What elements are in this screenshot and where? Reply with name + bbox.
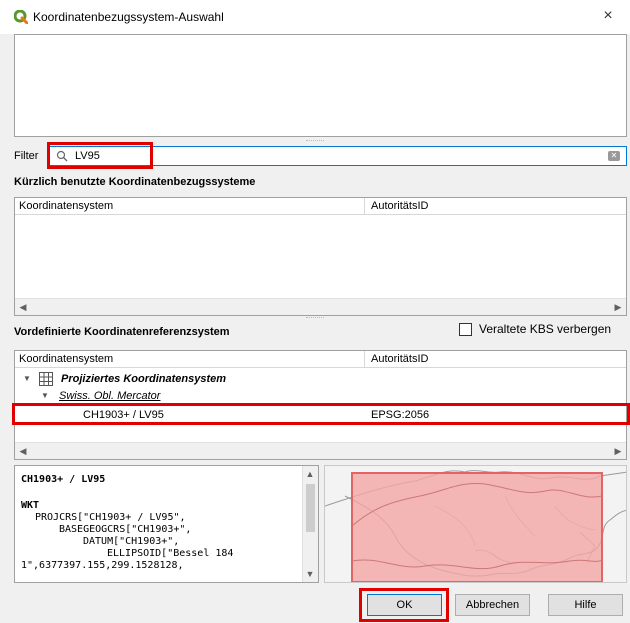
column-header-crs[interactable]: Koordinatensystem bbox=[19, 200, 113, 212]
splitter-handle[interactable] bbox=[306, 140, 324, 143]
predefined-horizontal-scrollbar[interactable]: ◀ ▶ bbox=[15, 442, 626, 459]
collapse-arrow-icon[interactable]: ▼ bbox=[23, 374, 31, 383]
wkt-label: WKT bbox=[21, 500, 40, 511]
recent-horizontal-scrollbar[interactable]: ◀ ▶ bbox=[15, 298, 626, 315]
filter-label: Filter bbox=[14, 150, 39, 162]
switzerland-outline-map bbox=[325, 470, 626, 582]
wkt-line: DATUM["CH1903+", bbox=[83, 536, 180, 547]
scroll-left-icon[interactable]: ◀ bbox=[17, 301, 29, 313]
recent-heading: Kürzlich benutzte Koordinatenbezugssyste… bbox=[14, 176, 256, 188]
crs-details-panel: CH1903+ / LV95 WKT PROJCRS["CH1903+ / LV… bbox=[14, 465, 319, 583]
cancel-button[interactable]: Abbrechen bbox=[455, 594, 530, 616]
column-header-authority[interactable]: AutoritätsID bbox=[371, 200, 428, 212]
splitter-handle-2[interactable] bbox=[306, 317, 324, 320]
tree-group-label: Projiziertes Koordinatensystem bbox=[61, 373, 227, 385]
title-bar: Koordinatenbezugssystem-Auswahl × bbox=[0, 0, 630, 34]
scroll-left-icon[interactable]: ◀ bbox=[17, 445, 29, 457]
top-empty-panel bbox=[14, 34, 627, 137]
recent-crs-table[interactable]: Koordinatensystem AutoritätsID ◀ ▶ bbox=[14, 197, 627, 316]
crs-extent-rectangle bbox=[351, 472, 603, 582]
tree-group-projected[interactable]: ▼ Projiziertes Koordinatensystem bbox=[15, 371, 626, 388]
help-button[interactable]: Hilfe bbox=[548, 594, 623, 616]
clear-filter-icon[interactable]: ✕ bbox=[608, 151, 620, 161]
details-vertical-scrollbar[interactable]: ▲ ▼ bbox=[302, 466, 318, 582]
predefined-heading: Vordefinierte Koordinatenreferenzsystem bbox=[14, 326, 230, 338]
scroll-right-icon[interactable]: ▶ bbox=[612, 445, 624, 457]
ok-button-highlight-box bbox=[359, 588, 449, 622]
wkt-line: BASEGEOGCRS["CH1903+", bbox=[59, 524, 192, 535]
details-title: CH1903+ / LV95 bbox=[21, 474, 106, 485]
selected-row-highlight-box bbox=[12, 403, 630, 425]
column-header-crs[interactable]: Koordinatensystem bbox=[19, 353, 113, 365]
hide-deprecated-label: Veraltete KBS verbergen bbox=[479, 322, 612, 336]
predefined-table-header: Koordinatensystem AutoritätsID bbox=[15, 351, 626, 368]
tree-subgroup-label: Swiss. Obl. Mercator bbox=[59, 390, 161, 402]
qgis-logo-icon bbox=[14, 10, 28, 24]
filter-highlight-box bbox=[47, 142, 153, 169]
scroll-down-icon[interactable]: ▼ bbox=[304, 568, 316, 580]
scroll-thumb[interactable] bbox=[306, 484, 315, 532]
close-button[interactable]: × bbox=[598, 6, 618, 26]
column-header-authority[interactable]: AutoritätsID bbox=[371, 353, 428, 365]
window-title: Koordinatenbezugssystem-Auswahl bbox=[33, 10, 224, 24]
recent-table-header: Koordinatensystem AutoritätsID bbox=[15, 198, 626, 215]
wkt-line: PROJCRS["CH1903+ / LV95", bbox=[35, 512, 186, 523]
grid-icon bbox=[39, 372, 53, 386]
wkt-line: 1",6377397.155,299.1528128, bbox=[21, 560, 184, 571]
collapse-arrow-icon[interactable]: ▼ bbox=[41, 391, 49, 400]
hide-deprecated-checkbox[interactable] bbox=[459, 323, 472, 336]
extent-map-preview bbox=[324, 465, 627, 583]
wkt-line: ELLIPSOID["Bessel 184 bbox=[107, 548, 234, 559]
scroll-right-icon[interactable]: ▶ bbox=[612, 301, 624, 313]
scroll-up-icon[interactable]: ▲ bbox=[304, 468, 316, 480]
